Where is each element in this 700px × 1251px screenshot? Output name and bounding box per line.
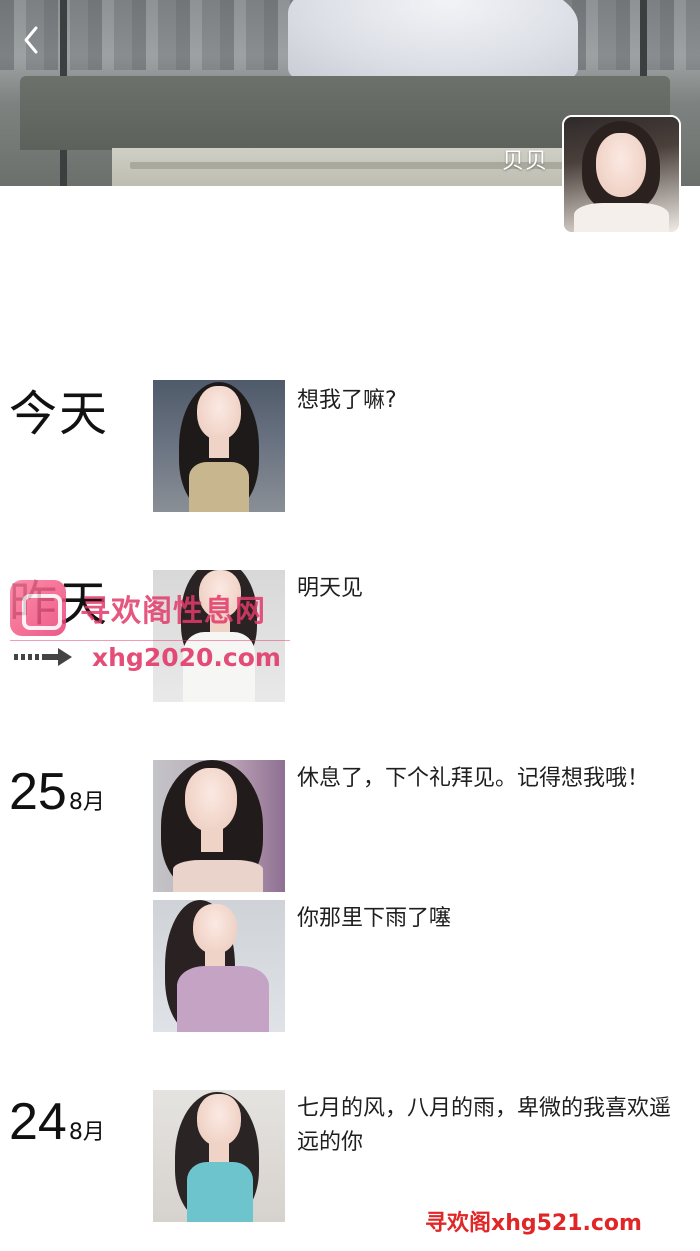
watermark-overlay: 寻欢阁性息网 xhg2020.com — [10, 580, 290, 675]
post-photo[interactable] — [153, 380, 285, 512]
post-date-day: 24 — [9, 1093, 67, 1151]
post-date: 今天 — [9, 386, 110, 442]
profile-username: 贝贝 — [501, 149, 548, 174]
post-date-month: 8月 — [68, 1120, 105, 1145]
post-caption[interactable]: 明天见 — [297, 572, 692, 606]
watermark-url-bottom: 寻欢阁xhg521.com — [425, 1211, 642, 1236]
post-caption[interactable]: 七月的风，八月的雨，卑微的我喜欢遥远的你 — [297, 1092, 692, 1160]
post-date-month: 8月 — [68, 790, 105, 815]
back-button[interactable] — [14, 20, 54, 60]
arrow-right-icon — [14, 648, 72, 666]
cover-dress — [288, 0, 578, 78]
post-photo[interactable] — [153, 760, 285, 892]
watermark-logo — [10, 580, 66, 636]
profile-avatar[interactable] — [562, 115, 681, 234]
post-caption[interactable]: 想我了嘛? — [297, 384, 692, 418]
post-date-day: 25 — [9, 763, 67, 821]
post-date: 258月 — [9, 766, 105, 818]
post-photo[interactable] — [153, 900, 285, 1032]
chevron-left-icon — [24, 26, 38, 54]
watermark-site-name: 寻欢阁性息网 — [80, 594, 266, 629]
watermark-url: xhg2020.com — [92, 643, 281, 672]
post-caption[interactable]: 休息了，下个礼拜见。记得想我哦！ — [297, 762, 692, 796]
post-photo[interactable] — [153, 1090, 285, 1222]
post-caption[interactable]: 你那里下雨了噻 — [297, 902, 692, 936]
post-date: 248月 — [9, 1096, 105, 1148]
watermark-divider — [10, 640, 290, 641]
